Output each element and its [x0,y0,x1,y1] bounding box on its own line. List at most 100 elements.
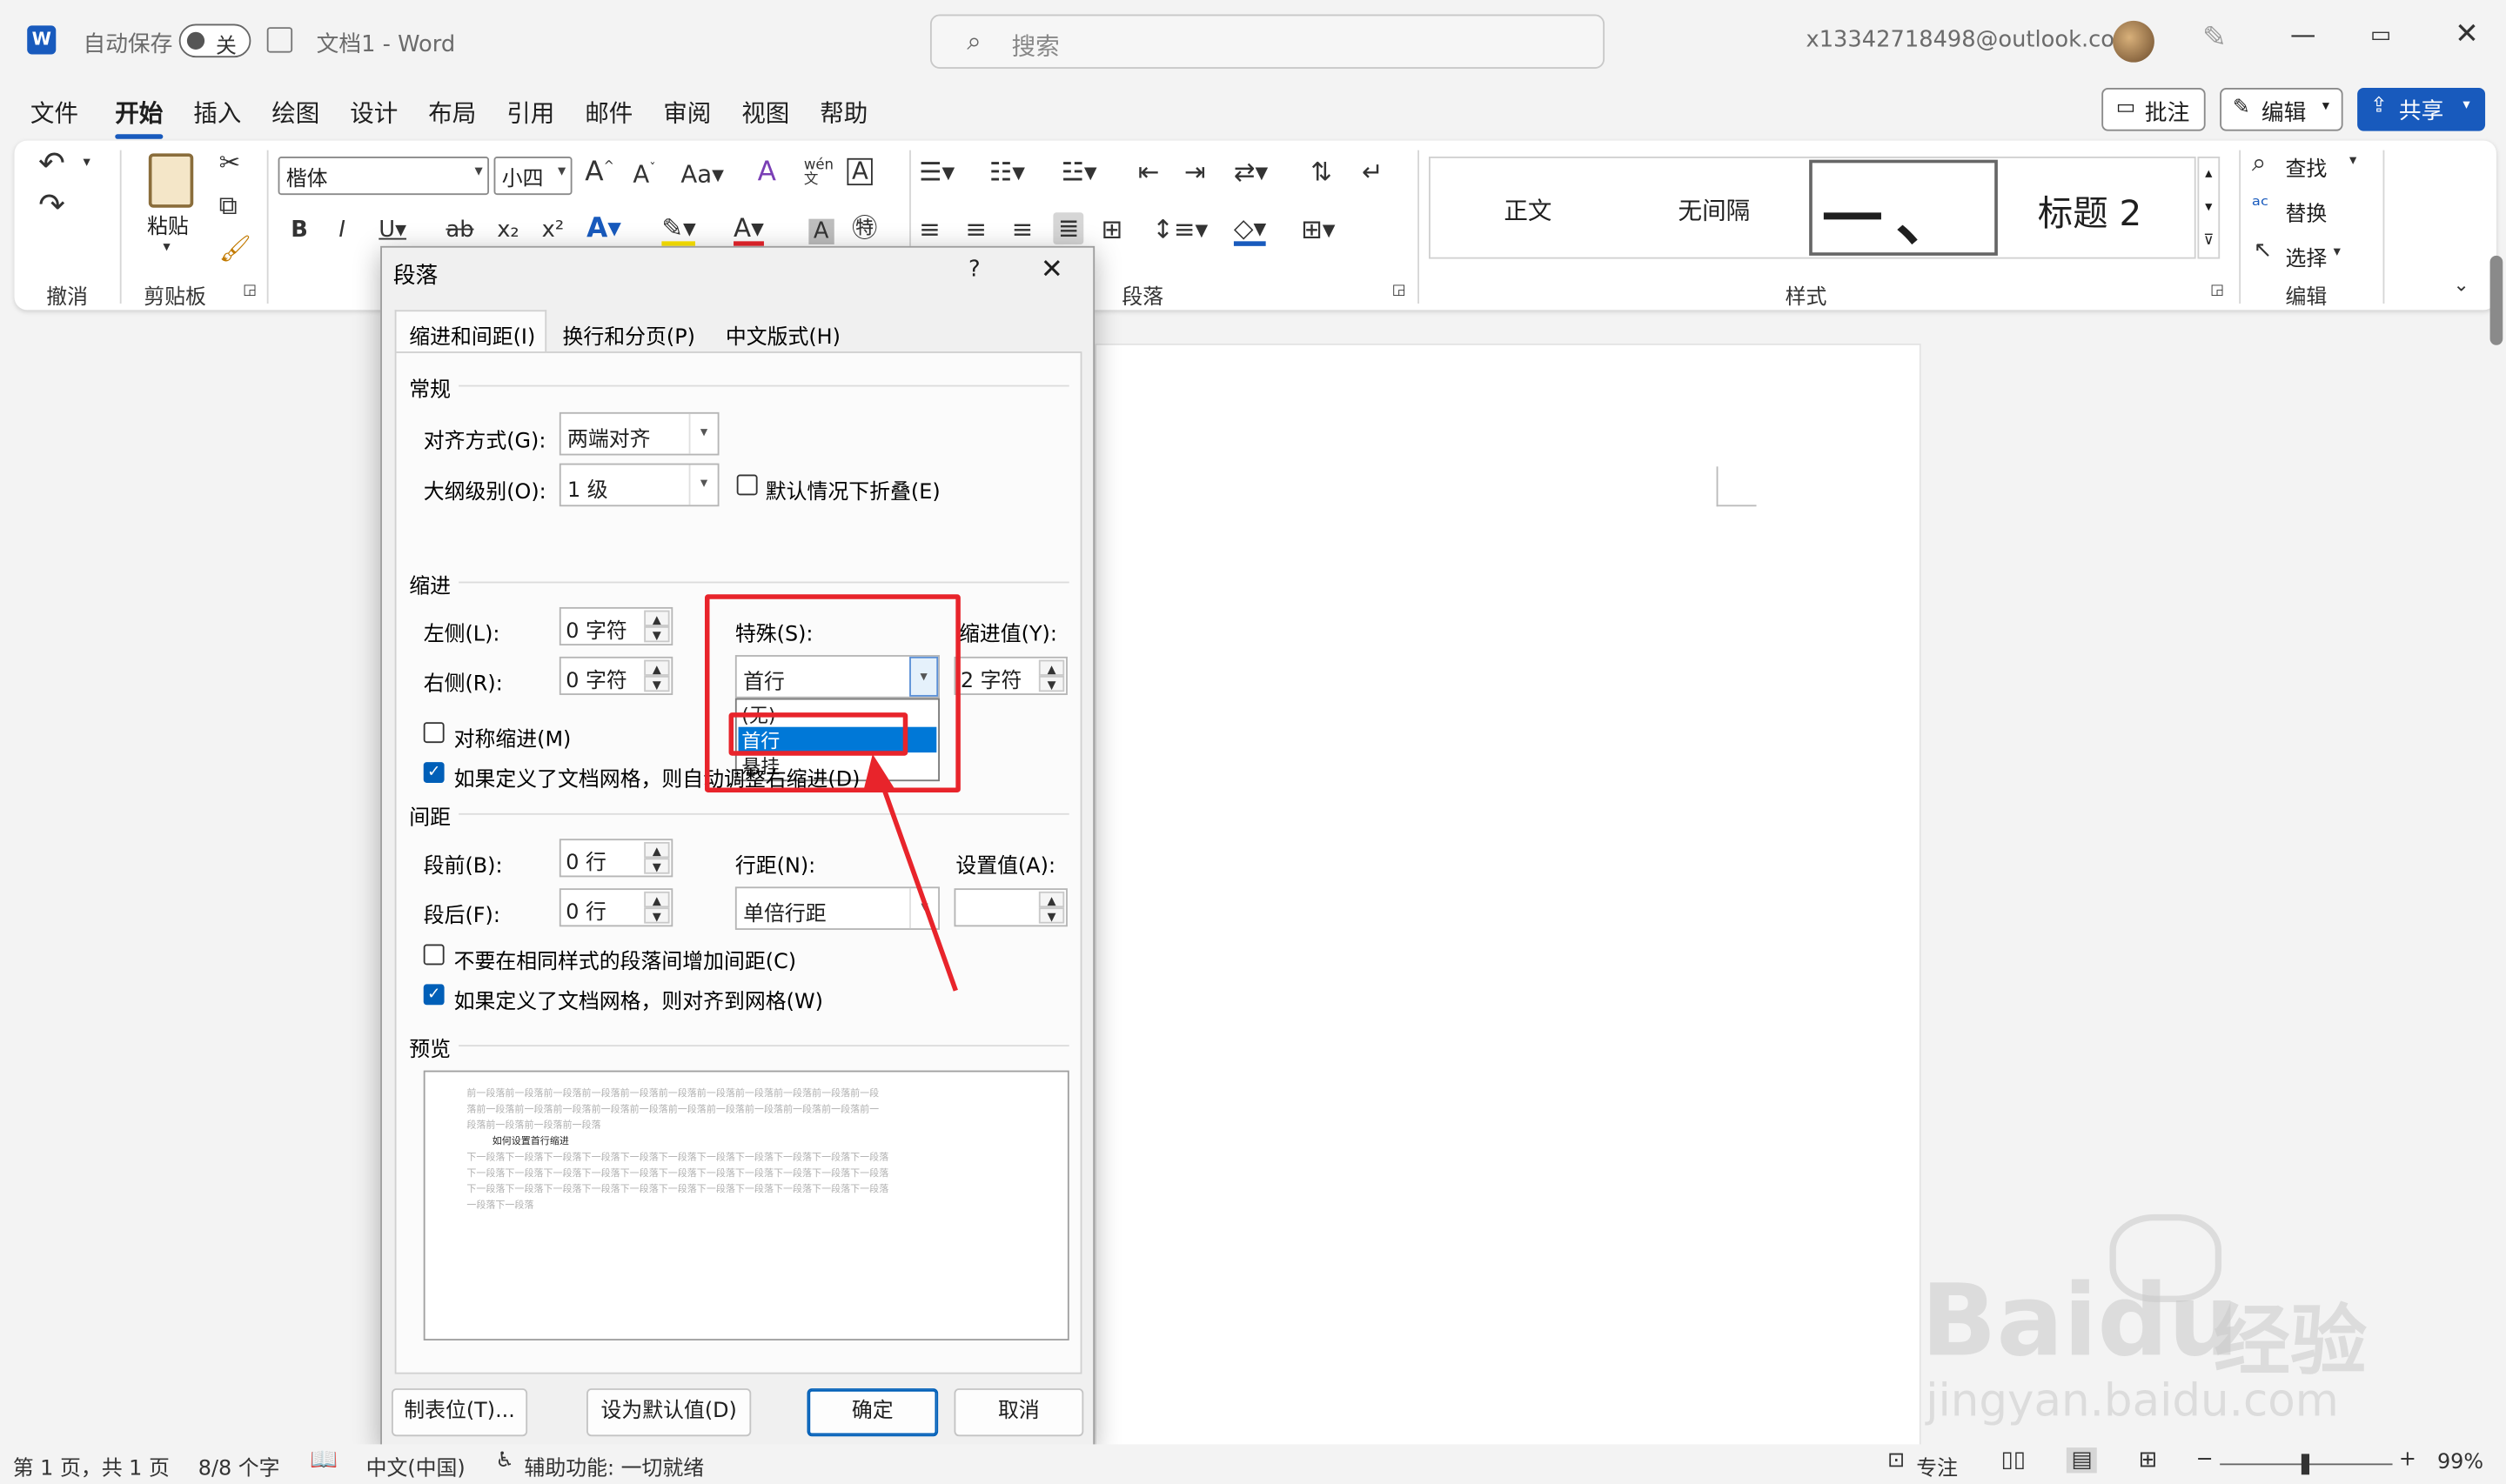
spin-up-icon[interactable]: ▲ [644,891,670,908]
pen-icon[interactable]: ✎ [2202,21,2227,55]
set-default-button[interactable]: 设为默认值(D) [586,1388,752,1437]
dialog-launcher-icon[interactable]: ◲ [1392,284,1406,299]
left-indent-spinner[interactable]: 0 字符 ▲ ▼ [559,606,673,646]
align-left-icon[interactable]: ≡ [919,217,941,243]
close-icon[interactable]: ✕ [1041,254,1063,286]
help-icon[interactable]: ? [968,257,981,283]
increase-indent-icon[interactable]: ⇥ [1184,159,1206,185]
styles-scroll[interactable]: ▴ ▾ ⊽ [2197,156,2221,259]
cancel-button[interactable]: 取消 [954,1388,1084,1437]
style-heading1[interactable]: 一、 [1809,159,1998,256]
collapse-checkbox[interactable] [736,474,758,496]
dialog-launcher-icon[interactable]: ◲ [2210,284,2224,299]
format-painter-icon[interactable]: 🖌 [219,236,251,262]
space-after-spinner[interactable]: 0 行 ▲ ▼ [559,888,673,927]
replace-icon[interactable]: ᵃᶜ [2252,195,2269,217]
word-count[interactable]: 8/8 个字 [198,1451,280,1481]
style-heading2[interactable]: 标题 2 [2038,185,2141,237]
comment-button[interactable]: ▭ 批注 [2101,88,2206,131]
character-border-icon[interactable]: A [847,157,874,186]
accessibility-status[interactable]: 辅助功能: 一切就绪 [524,1451,704,1481]
snap-grid-checkbox[interactable]: ✓ [423,984,445,1006]
numbering-icon[interactable]: ☷▾ [989,159,1025,185]
autosave-toggle[interactable]: 关 [178,23,251,59]
clear-formatting-icon[interactable]: A [758,159,776,187]
italic-icon[interactable]: I [338,219,345,242]
tab-draw[interactable]: 绘图 [271,96,319,130]
spin-up-icon[interactable]: ▲ [1038,891,1065,908]
undo-icon[interactable]: ↶ [38,147,65,179]
indent-by-spinner[interactable]: 2 字符 ▲ ▼ [954,656,1068,695]
shading-icon[interactable]: ◇▾ [1233,215,1267,246]
edit-mode-button[interactable]: ✎ 编辑 ▾ [2220,88,2343,131]
copy-icon[interactable]: ⧉ [219,192,238,218]
read-mode-icon[interactable]: ▯▯ [2001,1447,2026,1473]
spin-down-icon[interactable]: ▼ [644,625,670,643]
font-name-select[interactable]: 楷体 ▾ [278,156,490,196]
spin-down-icon[interactable]: ▼ [644,675,670,692]
alignment-select[interactable]: 两端对齐 ▾ [559,411,720,456]
text-effects-icon[interactable]: A▾ [586,215,621,243]
font-color-icon[interactable]: A▾ [734,215,764,246]
multilevel-list-icon[interactable]: ☳▾ [1062,159,1097,185]
spin-down-icon[interactable]: ▼ [644,907,670,924]
zoom-level[interactable]: 99% [2437,1451,2483,1475]
zoom-slider-thumb[interactable] [2301,1454,2310,1475]
page-count[interactable]: 第 1 页，共 1 页 [13,1451,170,1481]
redo-icon[interactable]: ↷ [38,189,65,221]
align-center-icon[interactable]: ≡ [965,217,987,243]
spin-up-icon[interactable]: ▲ [644,610,670,626]
select-label[interactable]: 选择 [2285,241,2327,272]
share-button[interactable]: ⇪ 共享 ▾ [2357,88,2486,131]
tab-file[interactable]: 文件 [30,96,78,130]
auto-adjust-checkbox[interactable]: ✓ [423,762,445,783]
document-page[interactable] [1095,343,1921,1462]
tab-insert[interactable]: 插入 [193,96,241,130]
decrease-indent-icon[interactable]: ⇤ [1138,159,1160,185]
phonetic-guide-icon[interactable]: wén 文 [804,159,834,189]
enclose-characters-icon[interactable]: ㊕ [852,215,877,241]
collapse-ribbon-icon[interactable]: ⌄ [2453,275,2469,294]
save-icon[interactable] [266,27,293,53]
tab-help[interactable]: 帮助 [820,96,868,130]
character-shading-icon[interactable]: A [808,218,834,245]
proofing-icon[interactable]: 📖 [310,1447,338,1473]
chevron-down-icon[interactable]: ▾ [163,240,170,256]
outline-select[interactable]: 1 级 ▾ [559,463,720,507]
distributed-icon[interactable]: ⊞ [1101,217,1122,243]
tab-home[interactable]: 开始 [115,96,164,139]
align-right-icon[interactable]: ≡ [1012,217,1034,243]
accessibility-icon[interactable]: ♿ [495,1449,513,1474]
strikethrough-icon[interactable]: ab [446,219,473,242]
dialog-launcher-icon[interactable]: ◲ [243,284,257,299]
vertical-scrollbar[interactable] [2489,255,2503,345]
right-indent-spinner[interactable]: 0 字符 ▲ ▼ [559,656,673,695]
tabs-button[interactable]: 制表位(T)... [391,1388,528,1437]
font-size-select[interactable]: 小四 ▾ [493,156,573,196]
spin-down-icon[interactable]: ▼ [644,858,670,874]
chevron-down-icon[interactable]: ▾ [84,156,90,171]
style-no-spacing[interactable]: 无间隔 [1678,193,1751,227]
bullets-icon[interactable]: ☰▾ [919,159,955,185]
show-marks-icon[interactable]: ↵ [1362,159,1384,185]
justify-icon[interactable]: ≣ [1053,212,1085,245]
find-label[interactable]: 查找 [2285,151,2327,183]
tab-design[interactable]: 设计 [350,96,398,130]
tab-layout[interactable]: 布局 [428,96,476,130]
tab-indents-spacing[interactable]: 缩进和间距(I) [394,310,547,353]
tab-mailings[interactable]: 邮件 [585,96,633,130]
change-case-icon[interactable]: Aa▾ [680,162,724,187]
underline-icon[interactable]: U▾ [379,219,406,242]
close-icon[interactable]: ✕ [2455,17,2479,51]
sort-icon[interactable]: ⇅ [1310,159,1332,185]
cut-icon[interactable]: ✂ [219,150,241,176]
zoom-in-icon[interactable]: + [2399,1447,2416,1472]
text-direction-icon[interactable]: ⇄▾ [1234,159,1268,185]
language[interactable]: 中文(中国) [366,1451,466,1481]
minimize-icon[interactable]: — [2290,19,2315,50]
mirror-indents-checkbox[interactable] [423,722,445,744]
no-space-checkbox[interactable] [423,944,445,966]
focus-icon[interactable]: ⊡ [1887,1449,1905,1474]
zoom-out-icon[interactable]: − [2196,1447,2214,1472]
bold-icon[interactable]: B [291,219,308,242]
